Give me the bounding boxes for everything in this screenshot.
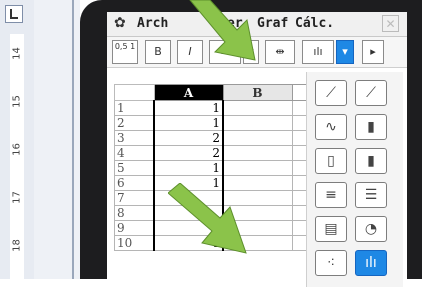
table-row: 90 [114,220,314,236]
table-row: 7 [114,190,314,206]
calculator-screen: ✿ Arch er Graf Cálc. ✕ 0,5 1 B I ≡ ▾ ⇹ ı… [107,12,407,287]
align-dropdown-button[interactable]: ▾ [243,40,259,64]
cell-b[interactable] [222,130,293,146]
cell-b[interactable] [222,160,293,176]
menu-calc[interactable]: Cálc. [295,16,334,31]
table-row: 21 [114,115,314,131]
cell-b[interactable] [222,175,293,191]
settings-gear-icon[interactable]: ✿ [114,15,126,31]
cell-a[interactable]: 0 [153,220,224,236]
column-group-icon[interactable]: ▮ [355,148,387,174]
table-row: 32 [114,130,314,146]
ruler-number: 14 [11,47,23,60]
bold-button[interactable]: B [145,40,171,64]
page-boundary [72,0,74,279]
row-header[interactable]: 9 [114,220,155,236]
spreadsheet-grid: A B 1 1 2 1 3 2 4 2 5 1 6 1 7 8 9 0 10 1 [114,84,314,251]
graph-type-button[interactable]: ılı [302,40,334,64]
ruler-number: 16 [11,143,23,156]
row-header[interactable]: 4 [114,145,155,161]
pie-chart-icon[interactable]: ◔ [355,216,387,242]
ruler-number: 17 [11,191,23,204]
scroll-right-button[interactable]: ▸ [362,40,384,64]
cell-b[interactable] [222,205,293,221]
area-graph-icon[interactable]: ∿ [315,114,347,140]
row-header[interactable]: 3 [114,130,155,146]
cell-a[interactable]: 1 [153,115,224,131]
cell-a[interactable] [153,190,224,206]
vertical-ruler: 14 15 16 17 18 [0,0,35,279]
align-button[interactable]: ≡ [209,40,241,64]
row-header[interactable]: 6 [114,175,155,191]
table-row: 8 [114,205,314,221]
histogram-icon[interactable]: ılı [355,250,387,276]
cell-b[interactable] [222,115,293,131]
bar-graph-icon[interactable]: ▮ [355,114,387,140]
cell-a[interactable]: 1 [153,160,224,176]
table-row: 61 [114,175,314,191]
graph-type-panel: ⟋ ⟋ ∿ ▮ ▯ ▮ ≡ ☰ ▤ ◔ ⁖ ılı [306,72,403,287]
ruler-number: 15 [11,95,23,108]
italic-button[interactable]: I [177,40,203,64]
ruler-number: 18 [11,239,23,252]
row-header[interactable]: 7 [114,190,155,206]
menu-graf[interactable]: Graf [257,16,288,31]
cell-b[interactable] [222,100,293,116]
table-row: 42 [114,145,314,161]
table-row: 10 1 [114,235,314,251]
cell-a[interactable]: 1 [153,175,224,191]
cell-a[interactable] [153,205,224,221]
toolbar: 0,5 1 B I ≡ ▾ ⇹ ılı ▾ ▸ [107,37,407,68]
row-header[interactable]: 2 [114,115,155,131]
row-header[interactable]: 8 [114,205,155,221]
scatter-plot-icon[interactable]: ⁖ [315,250,347,276]
graph-dropdown-button[interactable]: ▾ [336,40,354,64]
cell-a[interactable]: 1 [153,235,224,251]
row-header[interactable]: 10 [114,235,155,251]
horizontal-bar-icon[interactable]: ≡ [315,182,347,208]
line-graph-icon[interactable]: ⟋ [315,80,347,106]
column-header-a[interactable]: A [153,84,224,101]
line-graph-alt-icon[interactable]: ⟋ [355,80,387,106]
cell-b[interactable] [222,145,293,161]
cell-a[interactable]: 2 [153,145,224,161]
table-row: 51 [114,160,314,176]
hbar-group-icon[interactable]: ▤ [315,216,347,242]
horizontal-stacked-icon[interactable]: ☰ [355,182,387,208]
column-width-button[interactable]: ⇹ [265,40,295,64]
tab-stop-selector[interactable] [5,5,23,23]
decimal-format-button[interactable]: 0,5 1 [112,40,138,64]
menu-archivo[interactable]: Arch [137,16,168,31]
cell-a[interactable]: 2 [153,130,224,146]
corner-header [114,84,155,101]
cell-b[interactable] [222,220,293,236]
menu-ver[interactable]: er [227,16,243,31]
close-icon[interactable]: ✕ [382,15,399,32]
cell-a[interactable]: 1 [153,100,224,116]
column-header-b[interactable]: B [222,84,293,101]
row-header[interactable]: 1 [114,100,155,116]
table-row: 11 [114,100,314,116]
row-header[interactable]: 5 [114,160,155,176]
menu-bar: ✿ Arch er Graf Cálc. ✕ [107,12,407,37]
cell-b[interactable] [222,235,293,251]
stacked-bar-icon[interactable]: ▯ [315,148,347,174]
cell-b[interactable] [222,190,293,206]
